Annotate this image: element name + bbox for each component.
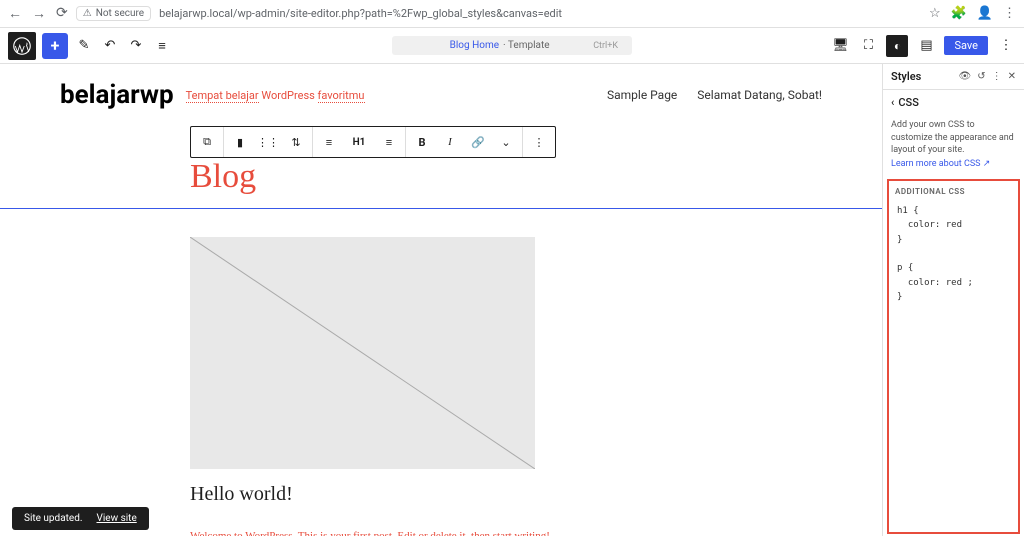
css-breadcrumb[interactable]: ‹ CSS [883, 90, 1024, 115]
profile-avatar[interactable]: 👤 [977, 6, 993, 21]
link-button[interactable]: 🔗 [464, 128, 492, 156]
close-panel-icon[interactable]: ✕ [1008, 71, 1016, 82]
additional-css-section: ADDITIONAL CSS h1 { color: red } p { col… [887, 179, 1020, 534]
nav-item[interactable]: Selamat Datang, Sobat! [697, 88, 822, 102]
document-bar[interactable]: Blog Home · Template Ctrl+K [392, 36, 632, 55]
back-chevron-icon[interactable]: ‹ [891, 96, 894, 109]
query-title-block[interactable]: Blog [190, 158, 882, 196]
settings-panel-icon[interactable]: ▤ [916, 36, 936, 56]
learn-more-link[interactable]: Learn more about CSS ↗ [883, 159, 1024, 177]
featured-image-placeholder[interactable] [190, 237, 535, 469]
site-tagline[interactable]: Tempat belajar WordPress favoritmu [186, 89, 365, 102]
desktop-view-icon[interactable]: 🖥 [830, 36, 850, 56]
move-handle-icon[interactable]: ⋮⋮ [254, 128, 282, 156]
styles-toggle-icon[interactable]: ◐ [886, 35, 908, 57]
heading-level-button[interactable]: H1 [343, 128, 375, 156]
more-rich-text-icon[interactable]: ⌄ [492, 128, 520, 156]
extensions-icon[interactable]: 🧩 [951, 6, 967, 21]
security-label: Not secure [96, 8, 144, 19]
snackbar-message: Site updated. [24, 513, 82, 524]
revisions-icon[interactable]: ↺ [977, 71, 985, 82]
italic-button[interactable]: I [436, 128, 464, 156]
view-site-link[interactable]: View site [96, 513, 136, 524]
document-type: · Template [503, 40, 550, 51]
document-title: Blog Home [450, 40, 499, 51]
separator-block[interactable] [0, 208, 882, 209]
zoom-out-icon[interactable]: ⛶ [858, 36, 878, 56]
block-type-icon[interactable]: ▮ [226, 128, 254, 156]
nav-menu[interactable]: Sample Page Selamat Datang, Sobat! [607, 88, 822, 102]
post-title-block[interactable]: Hello world! [190, 483, 882, 506]
wp-logo-button[interactable] [8, 32, 36, 60]
move-up-down-icon[interactable]: ⇅ [282, 128, 310, 156]
block-toolbar: ⧉ ▮ ⋮⋮ ⇅ ≡ H1 ≡ B I 🔗 [190, 126, 556, 158]
bold-button[interactable]: B [408, 128, 436, 156]
edit-tool-icon[interactable]: ✎ [74, 36, 94, 56]
additional-css-label: ADDITIONAL CSS [889, 181, 1018, 200]
browser-address-bar: ← → ⟳ ⚠ Not secure belajarwp.local/wp-ad… [0, 0, 1024, 28]
browser-back-button[interactable]: ← [8, 5, 22, 22]
editor-top-toolbar: + ✎ ↶ ↷ ≡ Blog Home · Template Ctrl+K 🖥 … [0, 28, 1024, 64]
align-icon[interactable]: ≡ [315, 128, 343, 156]
notification-snackbar: Site updated. View site [12, 507, 149, 530]
nav-item[interactable]: Sample Page [607, 88, 677, 102]
panel-menu-icon[interactable]: ⋮ [992, 71, 1002, 82]
style-book-icon[interactable]: 👁 [959, 71, 972, 82]
site-header-block[interactable]: belajarwp Tempat belajar WordPress favor… [0, 72, 882, 118]
url-display[interactable]: belajarwp.local/wp-admin/site-editor.php… [159, 7, 921, 20]
command-shortcut: Ctrl+K [593, 41, 618, 51]
editor-canvas[interactable]: belajarwp Tempat belajar WordPress favor… [0, 64, 882, 536]
browser-reload-button[interactable]: ⟳ [56, 5, 68, 22]
save-button[interactable]: Save [944, 36, 988, 55]
warning-icon: ⚠ [83, 8, 92, 19]
add-block-button[interactable]: + [42, 33, 68, 59]
panel-title: Styles [891, 70, 921, 83]
list-view-button[interactable]: ≡ [152, 36, 172, 56]
redo-button[interactable]: ↷ [126, 36, 146, 56]
panel-description: Add your own CSS to customize the appear… [883, 115, 1024, 159]
site-title[interactable]: belajarwp [60, 80, 174, 110]
chrome-menu-icon[interactable]: ⋮ [1003, 6, 1016, 21]
post-excerpt-block[interactable]: Welcome to WordPress. This is your first… [190, 530, 882, 536]
block-drag-handle[interactable]: ⧉ [193, 128, 221, 156]
undo-button[interactable]: ↶ [100, 36, 120, 56]
block-options-icon[interactable]: ⋮ [525, 128, 553, 156]
styles-panel: Styles 👁 ↺ ⋮ ✕ ‹ CSS Add your own CSS to… [882, 64, 1024, 536]
css-code-editor[interactable]: h1 { color: red } p { color: red ; } [889, 200, 1018, 532]
browser-forward-button[interactable]: → [32, 5, 46, 22]
more-options-icon[interactable]: ⋮ [996, 36, 1016, 56]
security-badge[interactable]: ⚠ Not secure [76, 6, 151, 21]
bookmark-icon[interactable]: ☆ [929, 6, 941, 21]
text-align-icon[interactable]: ≡ [375, 128, 403, 156]
